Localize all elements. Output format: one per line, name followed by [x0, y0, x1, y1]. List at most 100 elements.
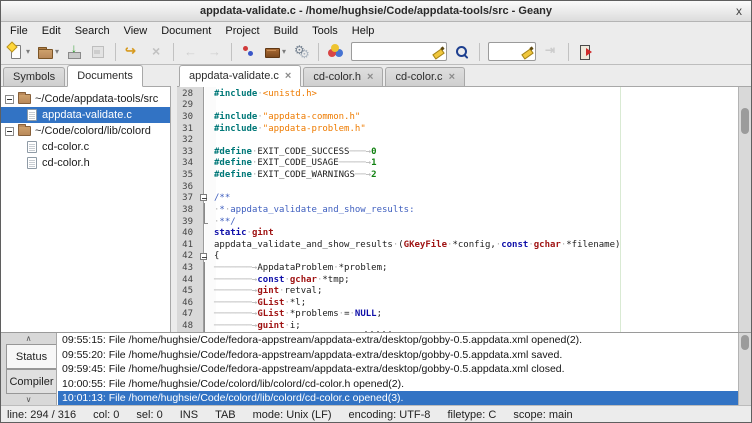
- code-line[interactable]: 45───────→gint·retval;: [177, 285, 738, 297]
- code-lines[interactable]: 28#include·<unistd.h>2930#include·"appda…: [177, 88, 738, 332]
- fold-cell[interactable]: [199, 297, 211, 309]
- line-number[interactable]: 32: [177, 135, 199, 145]
- code-line[interactable]: 34#define·EXIT_CODE_USAGE─────→1: [177, 158, 738, 170]
- chevron-down-icon[interactable]: ▾: [282, 47, 286, 56]
- scrollbar-thumb[interactable]: [741, 108, 749, 134]
- menu-build[interactable]: Build: [267, 24, 305, 38]
- line-number[interactable]: 29: [177, 100, 199, 110]
- code-line[interactable]: 37/**: [177, 192, 738, 204]
- editor-area[interactable]: 28#include·<unistd.h>2930#include·"appda…: [177, 87, 751, 332]
- message-row[interactable]: 09:55:15: File /home/hughsie/Code/fedora…: [58, 333, 738, 348]
- revert-button[interactable]: [121, 41, 144, 63]
- tree-item-code-colord-lib-colord[interactable]: ~/Code/colord/lib/colord: [1, 123, 170, 139]
- search-button[interactable]: [451, 41, 474, 63]
- code-line[interactable]: 44───────→const·gchar·*tmp;: [177, 274, 738, 286]
- scroll-down-icon[interactable]: ∨: [1, 394, 56, 405]
- code-line[interactable]: 42{: [177, 251, 738, 263]
- editor-tab-cd-color-h[interactable]: cd-color.h×: [303, 67, 383, 86]
- line-number[interactable]: 37: [177, 193, 199, 203]
- open-button[interactable]: ▾: [34, 41, 62, 63]
- fold-cell[interactable]: [199, 285, 211, 297]
- fold-collapse-icon[interactable]: [200, 194, 207, 201]
- code-line[interactable]: 32: [177, 134, 738, 146]
- fold-cell[interactable]: [199, 251, 211, 263]
- sidebar-tab-documents[interactable]: Documents: [67, 65, 143, 87]
- clear-icon[interactable]: [431, 44, 446, 59]
- line-number[interactable]: 48: [177, 321, 199, 331]
- search-entry[interactable]: [351, 42, 447, 61]
- menu-tools[interactable]: Tools: [305, 24, 345, 38]
- close-icon[interactable]: ×: [285, 70, 291, 82]
- code-line[interactable]: 30#include·"appdata-common.h": [177, 111, 738, 123]
- save-button[interactable]: [63, 41, 86, 63]
- chevron-down-icon[interactable]: ▾: [26, 47, 30, 56]
- color-chooser-button[interactable]: [324, 41, 347, 63]
- compile-button[interactable]: [237, 41, 260, 63]
- expander-minus-icon[interactable]: [5, 95, 14, 104]
- close-icon[interactable]: ×: [367, 71, 373, 83]
- code-line[interactable]: 41appdata_validate_and_show_results·(GKe…: [177, 239, 738, 251]
- line-number[interactable]: 46: [177, 298, 199, 308]
- pane-resize-grip[interactable]: [363, 330, 391, 333]
- code-line[interactable]: 35#define·EXIT_CODE_WARNINGS──→2: [177, 169, 738, 181]
- code-line[interactable]: 31#include·"appdata-problem.h": [177, 123, 738, 135]
- editor-tab-cd-color-c[interactable]: cd-color.c×: [385, 67, 465, 86]
- code-line[interactable]: 28#include·<unistd.h>: [177, 88, 738, 100]
- tree-item-code-appdata-tools-src[interactable]: ~/Code/appdata-tools/src: [1, 91, 170, 107]
- code-line[interactable]: 38·*·appdata_validate_and_show_results:: [177, 204, 738, 216]
- code-line[interactable]: 29: [177, 100, 738, 112]
- line-number[interactable]: 41: [177, 240, 199, 250]
- line-number[interactable]: 43: [177, 263, 199, 273]
- code-line[interactable]: 46───────→GList·*l;: [177, 297, 738, 309]
- fold-cell[interactable]: [199, 204, 211, 216]
- menu-help[interactable]: Help: [345, 24, 382, 38]
- line-number[interactable]: 38: [177, 205, 199, 215]
- new-button[interactable]: ▾: [5, 41, 33, 63]
- goto-line-input[interactable]: [489, 44, 520, 59]
- code-line[interactable]: 39·**/: [177, 216, 738, 228]
- editor-tab-appdata-validate-c[interactable]: appdata-validate.c×: [179, 65, 301, 87]
- menu-project[interactable]: Project: [218, 24, 266, 38]
- line-number[interactable]: 42: [177, 251, 199, 261]
- line-number[interactable]: 36: [177, 182, 199, 192]
- tree-item-cd-color-c[interactable]: cd-color.c: [1, 139, 170, 155]
- fold-cell[interactable]: [199, 262, 211, 274]
- sidebar-tab-symbols[interactable]: Symbols: [3, 67, 65, 86]
- message-row[interactable]: 10:01:13: File /home/hughsie/Code/colord…: [58, 391, 738, 405]
- menu-file[interactable]: File: [3, 24, 35, 38]
- expander-minus-icon[interactable]: [5, 127, 14, 136]
- message-row[interactable]: 10:00:55: File /home/hughsie/Code/colord…: [58, 377, 738, 392]
- line-number[interactable]: 28: [177, 89, 199, 99]
- menu-search[interactable]: Search: [68, 24, 117, 38]
- code-line[interactable]: 33#define·EXIT_CODE_SUCCESS───→0: [177, 146, 738, 158]
- fold-collapse-icon[interactable]: [200, 253, 207, 260]
- scrollbar-thumb[interactable]: [741, 335, 749, 350]
- code-line[interactable]: 48───────→guint·i;: [177, 320, 738, 332]
- documents-tree[interactable]: ~/Code/appdata-tools/srcappdata-validate…: [1, 87, 171, 332]
- line-number[interactable]: 45: [177, 286, 199, 296]
- fold-cell[interactable]: [199, 216, 211, 228]
- line-number[interactable]: 47: [177, 309, 199, 319]
- line-number[interactable]: 35: [177, 170, 199, 180]
- tree-item-appdata-validate-c[interactable]: appdata-validate.c: [1, 107, 170, 123]
- line-number[interactable]: 30: [177, 112, 199, 122]
- code-line[interactable]: 43───────→AppdataProblem·*problem;: [177, 262, 738, 274]
- quit-button[interactable]: [574, 41, 597, 63]
- goto-line-entry[interactable]: [488, 42, 536, 61]
- build-button[interactable]: ▾: [261, 41, 289, 63]
- message-tab-status[interactable]: Status: [6, 344, 56, 369]
- scroll-up-icon[interactable]: ∧: [1, 333, 56, 344]
- title-bar[interactable]: appdata-validate.c - /home/hughsie/Code/…: [1, 1, 751, 22]
- chevron-down-icon[interactable]: ▾: [55, 47, 59, 56]
- message-tab-compiler[interactable]: Compiler: [6, 369, 56, 394]
- fold-cell[interactable]: [199, 192, 211, 204]
- search-input[interactable]: [352, 44, 431, 59]
- message-row[interactable]: 09:55:20: File /home/hughsie/Code/fedora…: [58, 348, 738, 363]
- code-line[interactable]: 47───────→GList·*problems·=·NULL;: [177, 309, 738, 321]
- message-row[interactable]: 09:59:45: File /home/hughsie/Code/fedora…: [58, 362, 738, 377]
- menu-document[interactable]: Document: [154, 24, 218, 38]
- line-number[interactable]: 33: [177, 147, 199, 157]
- tree-item-cd-color-h[interactable]: cd-color.h: [1, 155, 170, 171]
- fold-cell[interactable]: [199, 274, 211, 286]
- line-number[interactable]: 31: [177, 124, 199, 134]
